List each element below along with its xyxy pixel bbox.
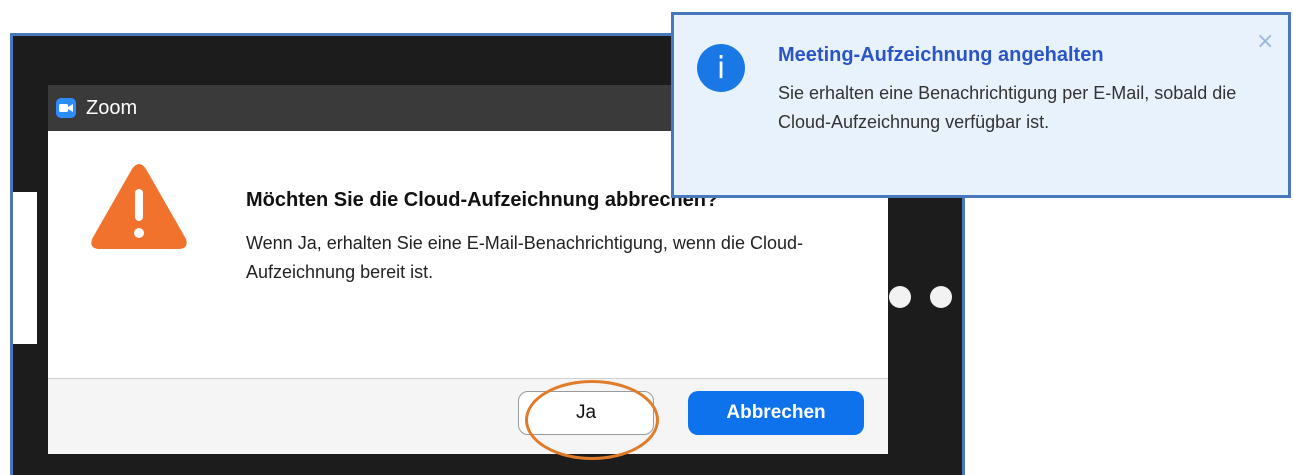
warning-triangle-icon xyxy=(91,164,187,249)
more-dot xyxy=(930,286,952,308)
zoom-logo-icon xyxy=(56,98,76,118)
dialog-message: Wenn Ja, erhalten Sie eine E-Mail-Benach… xyxy=(246,233,803,282)
more-dot xyxy=(889,286,911,308)
notification-title: Meeting-Aufzeichnung angehalten xyxy=(778,44,1104,66)
meeting-side-panel xyxy=(13,192,37,344)
confirm-yes-button[interactable]: Ja xyxy=(518,391,654,435)
info-icon: i xyxy=(697,44,745,92)
close-icon[interactable]: × xyxy=(1256,29,1274,54)
dialog-title: Zoom xyxy=(86,96,138,119)
notification-message: Sie erhalten eine Benachrichtigung per E… xyxy=(778,83,1237,132)
recording-paused-notification: i Meeting-Aufzeichnung angehalten Sie er… xyxy=(671,12,1291,198)
dialog-heading: Möchten Sie die Cloud-Aufzeichnung abbre… xyxy=(246,189,719,211)
cancel-button[interactable]: Abbrechen xyxy=(688,391,864,435)
